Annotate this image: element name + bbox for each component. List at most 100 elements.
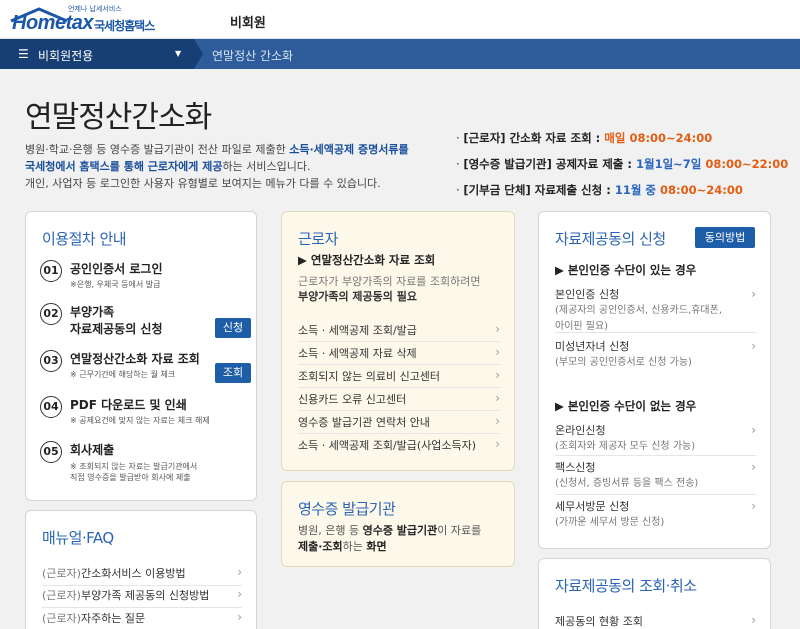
- menu-dropdown[interactable]: ☰ 비회원전용 ▼: [0, 39, 194, 69]
- faq-prefix: (근로자): [42, 612, 81, 625]
- chevron-right-icon: ›: [751, 499, 756, 513]
- step-title[interactable]: 공인인증서 로그인: [70, 261, 163, 277]
- worker-desc-line: 근로자가 부양가족의 자료를 조회하려면: [298, 275, 481, 288]
- faq-link[interactable]: (근로자)자주하는 질문 ›: [42, 610, 242, 629]
- worker-title: 근로자: [298, 230, 338, 248]
- step-title: 자료제공동의 신청: [70, 322, 163, 336]
- issuer-desc-bold: 영수증 발급기관: [362, 524, 438, 537]
- faq-prefix: (근로자): [42, 567, 81, 580]
- page-title: 연말정산간소화: [25, 100, 212, 135]
- lookup-title: 자료제공동의 조회·취소: [555, 577, 697, 595]
- chevron-right-icon: ›: [495, 322, 500, 336]
- chevron-right-icon: ›: [495, 391, 500, 405]
- step-number: 03: [40, 350, 62, 372]
- issuer-title: 영수증 발급기관: [298, 500, 396, 518]
- faq-link[interactable]: (근로자)간소화서비스 이용방법 ›: [42, 565, 242, 586]
- step-note: ※은행, 우체국 등에서 발급: [70, 280, 161, 289]
- chevron-right-icon: ›: [751, 287, 756, 301]
- chevron-right-icon: ›: [237, 587, 242, 601]
- consent-option-desc: (조회자와 제공자 모두 신청 가능): [555, 441, 696, 452]
- consent-option[interactable]: 온라인신청 (조회자와 제공자 모두 신청 가능) ›: [555, 423, 756, 456]
- breadcrumb[interactable]: 연말정산 간소화: [212, 47, 293, 64]
- chevron-right-icon: ›: [495, 414, 500, 428]
- worker-link[interactable]: 소득 · 세액공제 자료 삭제 ›: [298, 345, 500, 365]
- step-number: 05: [40, 441, 62, 463]
- issuer-desc-bold: 화면: [366, 540, 387, 553]
- consent-option-desc: (제공자의 공인인증서, 신용카드,휴대폰,: [555, 305, 722, 316]
- chevron-right-icon: ›: [751, 460, 756, 474]
- logo-text: Hometax: [12, 12, 93, 34]
- menu-icon: ☰: [18, 47, 29, 61]
- consent-option-desc: (신청서, 증빙서류 등을 팩스 전송): [555, 478, 699, 489]
- schedule-when: 1월1일~7일: [635, 157, 702, 171]
- schedule-label: 자료제출 신청 :: [530, 183, 615, 197]
- worker-link[interactable]: 소득 · 세액공제 조회/발급(사업소득자) ›: [298, 437, 500, 457]
- chevron-down-icon: ▼: [175, 49, 182, 58]
- chevron-right-icon: ›: [237, 610, 242, 624]
- schedule-label: 공제자료 제출 :: [551, 157, 636, 171]
- step-note: 직접 영수증을 발급받아 회사에 제출: [70, 473, 191, 482]
- consent-option-label: 본인인증 신청: [555, 288, 620, 301]
- consent-title: 자료제공동의 신청: [555, 230, 666, 248]
- schedule-time: 08:00~24:00: [625, 131, 713, 145]
- consent-section-with-auth: ▶ 본인인증 수단이 있는 경우: [555, 263, 697, 277]
- breadcrumb-separator: [194, 39, 203, 69]
- worker-link[interactable]: 조회되지 않는 의료비 신고센터 ›: [298, 368, 500, 388]
- issuer-desc-text: 하는: [342, 540, 367, 553]
- schedule-key: [영수증 발급기관]: [463, 157, 552, 171]
- worker-link-label: 신용카드 오류 신고센터: [298, 393, 407, 406]
- issuer-desc-bold: 제출·조회: [298, 540, 343, 553]
- step-number: 04: [40, 396, 62, 418]
- chevron-right-icon: ›: [495, 345, 500, 359]
- schedule-key: [근로자]: [463, 131, 506, 145]
- consent-option-desc: 아이핀 필요): [555, 321, 609, 332]
- issuer-desc-text: 이 자료를: [437, 524, 482, 537]
- issuer-card[interactable]: 영수증 발급기관 병원, 은행 등 영수증 발급기관이 자료를 제출·조회하는 …: [281, 481, 515, 567]
- consent-option[interactable]: 미성년자녀 신청 (부모의 공인인증서로 신청 가능) ›: [555, 339, 756, 373]
- schedule-time: 08:00~22:00: [701, 157, 789, 171]
- worker-link[interactable]: 신용카드 오류 신고센터 ›: [298, 391, 500, 411]
- apply-button[interactable]: 신청: [215, 318, 251, 338]
- consent-option[interactable]: 팩스신청 (신청서, 증빙서류 등을 팩스 전송) ›: [555, 460, 756, 495]
- intro-line: 병원·학교·은행 등 영수증 발급기관이 전산 파일로 제출한: [25, 143, 290, 156]
- faq-link[interactable]: (근로자)부양가족 제공동의 신청방법 ›: [42, 587, 242, 608]
- consent-method-button[interactable]: 동의방법: [695, 227, 755, 248]
- consent-option[interactable]: 세무서방문 신청 (가까운 세무서 방문 신청) ›: [555, 499, 756, 533]
- worker-link[interactable]: 소득 · 세액공제 조회/발급 ›: [298, 322, 500, 342]
- schedule-row: · [근로자] 간소화 자료 조회 : 매일 08:00~24:00: [456, 131, 713, 145]
- step-note: ※ 공제요건에 맞지 않는 자료는 체크 해제: [70, 416, 210, 425]
- hometax-logo[interactable]: 언제나 납세서비스 Hometax 국세청홈택스: [8, 3, 158, 37]
- consent-option-desc: (가까운 세무서 방문 신청): [555, 517, 665, 528]
- schedule-time: 08:00~24:00: [656, 183, 743, 197]
- chevron-right-icon: ›: [495, 368, 500, 382]
- worker-card: 근로자 ▶ 연말정산간소화 자료 조회 근로자가 부양가족의 자료를 조회하려면…: [281, 211, 515, 471]
- worker-link-label: 조회되지 않는 의료비 신고센터: [298, 370, 441, 383]
- lookup-link[interactable]: 제공동의 현황 조회 ›: [555, 613, 756, 629]
- step-number: 01: [40, 260, 62, 282]
- consent-option[interactable]: 본인인증 신청 (제공자의 공인인증서, 신용카드,휴대폰, 아이핀 필요) ›: [555, 287, 756, 333]
- chevron-right-icon: ›: [237, 565, 242, 579]
- schedule-row: · [영수증 발급기관] 공제자료 제출 : 1월1일~7일 08:00~22:…: [456, 157, 789, 171]
- worker-link[interactable]: 영수증 발급기관 연락처 안내 ›: [298, 414, 500, 434]
- worker-link-label: 소득 · 세액공제 조회/발급: [298, 324, 417, 337]
- intro-line: 개인, 사업자 등 로그인한 사용자 유형별로 보여지는 메뉴가 다를 수 있습…: [25, 177, 381, 190]
- consent-option-label: 미성년자녀 신청: [555, 340, 630, 353]
- member-status[interactable]: 비회원: [230, 12, 266, 31]
- worker-link-label: 소득 · 세액공제 조회/발급(사업소득자): [298, 439, 477, 452]
- faq-label: 부양가족 제공동의 신청방법: [80, 589, 210, 602]
- worker-desc: 근로자가 부양가족의 자료를 조회하려면 부양가족의 제공동의 필요: [298, 274, 481, 304]
- schedule-label: 간소화 자료 조회 :: [505, 131, 605, 145]
- top-header: 언제나 납세서비스 Hometax 국세청홈택스 비회원: [0, 0, 800, 39]
- step-title: PDF 다운로드 및 인쇄: [70, 398, 187, 412]
- lookup-button[interactable]: 조회: [215, 363, 251, 383]
- consent-lookup-card: 자료제공동의 조회·취소 제공동의 현황 조회 ›: [538, 558, 771, 629]
- consent-option-desc: (부모의 공인인증서로 신청 가능): [555, 357, 692, 368]
- intro-highlight: 소득·세액공제 증명서류를: [289, 143, 409, 156]
- consent-option-label: 세무서방문 신청: [555, 500, 630, 513]
- intro-text: 병원·학교·은행 등 영수증 발급기관이 전산 파일로 제출한 소득·세액공제 …: [25, 141, 465, 192]
- intro-line: 하는 서비스입니다.: [222, 160, 311, 173]
- consent-option-label: 온라인신청: [555, 424, 606, 437]
- procedure-card: 이용절차 안내 01 공인인증서 로그인 ※은행, 우체국 등에서 발급 02 …: [25, 211, 257, 501]
- step-number: 02: [40, 303, 62, 325]
- manual-faq-card: 매뉴얼·FAQ (근로자)간소화서비스 이용방법 › (근로자)부양가족 제공동…: [25, 510, 257, 629]
